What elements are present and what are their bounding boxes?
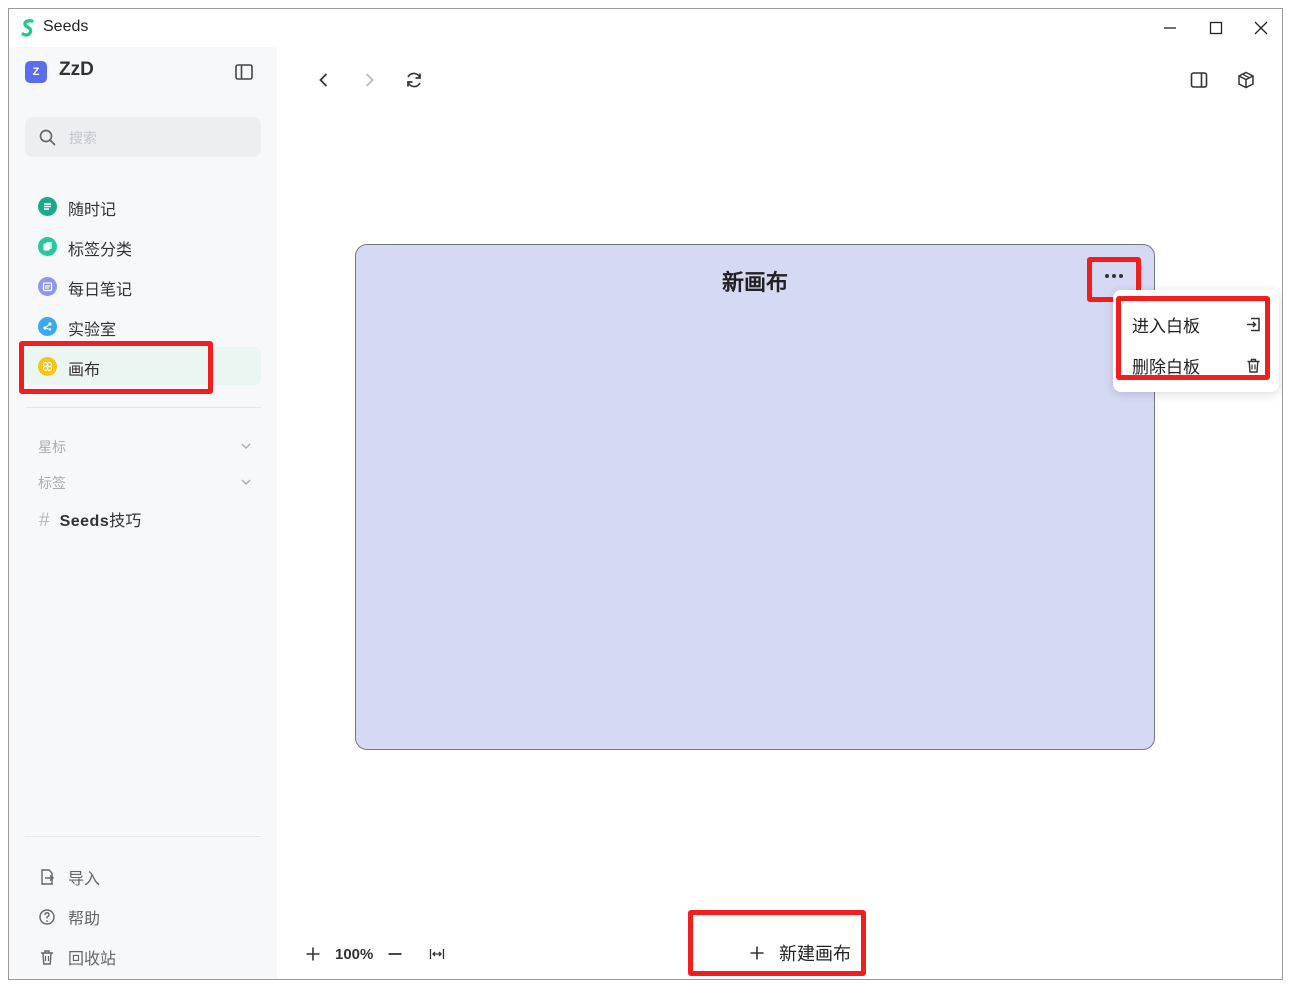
help-button[interactable]: 帮助 — [38, 905, 100, 929]
board-context-menu: 进入白板 删除白板 — [1113, 290, 1279, 392]
canvas-icon — [38, 357, 57, 376]
more-dot — [1119, 274, 1123, 278]
forward-button[interactable] — [356, 67, 382, 93]
zoom-in-icon[interactable] — [305, 946, 321, 962]
lab-icon — [38, 317, 57, 336]
tags-icon — [38, 237, 57, 256]
sidebar-item-daily-notes[interactable]: 每日笔记 — [25, 267, 261, 305]
trash-icon — [41, 950, 53, 965]
sidebar-item-lab[interactable]: 实验室 — [25, 307, 261, 345]
sidebar-divider — [25, 407, 261, 408]
section-tags[interactable]: 标签 — [38, 473, 66, 493]
main-content: 新画布 进入白板 删除白板 100% 新建画布 — [277, 47, 1282, 979]
menu-item-enter-whiteboard[interactable]: 进入白板 — [1132, 312, 1262, 336]
more-dot — [1105, 274, 1109, 278]
minimize-icon — [1164, 27, 1176, 29]
panel-right-icon — [1190, 72, 1208, 88]
search-icon — [39, 129, 56, 146]
zoom-out-icon[interactable] — [387, 946, 403, 962]
menu-item-label: 删除白板 — [1132, 357, 1200, 377]
enter-icon — [1247, 317, 1260, 331]
refresh-button[interactable] — [401, 67, 427, 93]
sidebar-item-label: 标签分类 — [68, 242, 133, 259]
cube-icon — [1238, 71, 1254, 89]
workspace-avatar[interactable]: Z — [25, 61, 47, 83]
close-icon — [1254, 21, 1268, 35]
help-icon — [39, 909, 55, 925]
zoom-level: 100% — [335, 945, 374, 963]
chevron-down-icon[interactable] — [239, 475, 253, 489]
menu-item-delete-whiteboard[interactable]: 删除白板 — [1132, 353, 1262, 377]
import-label: 导入 — [68, 871, 101, 888]
tag-name-rest: 技巧 — [109, 513, 142, 530]
chevron-left-icon — [319, 73, 328, 87]
chevron-down-icon[interactable] — [239, 439, 253, 453]
section-starred[interactable]: 星标 — [38, 437, 66, 457]
workspace-name[interactable]: ZzD — [59, 59, 94, 81]
minimize-button[interactable] — [1147, 9, 1193, 47]
hash-icon: # — [39, 510, 50, 531]
seeds-logo-icon — [21, 19, 34, 37]
sidebar-item-canvas[interactable]: 画布 — [25, 347, 261, 385]
more-button[interactable] — [1094, 263, 1134, 289]
sidebar-collapse-icon[interactable] — [233, 61, 255, 83]
window-title: Seeds — [43, 18, 89, 35]
cube-button[interactable] — [1233, 67, 1259, 93]
app-window: Seeds Z ZzD 搜索 随时记 标签分类 每日笔记 实验室 画布 星标 标… — [8, 8, 1283, 980]
right-panel-toggle-button[interactable] — [1186, 67, 1212, 93]
import-button[interactable]: 导入 — [38, 865, 100, 889]
sidebar-item-notes[interactable]: 随时记 — [25, 187, 261, 225]
sidebar: Z ZzD 搜索 随时记 标签分类 每日笔记 实验室 画布 星标 标签 # Se… — [9, 47, 277, 979]
new-canvas-button[interactable]: 新建画布 — [725, 934, 875, 972]
search-input[interactable]: 搜索 — [25, 117, 261, 157]
title-bar: Seeds — [9, 9, 1282, 47]
help-label: 帮助 — [68, 911, 101, 928]
daily-note-icon — [38, 277, 57, 296]
more-dot — [1112, 274, 1116, 278]
canvas-board-card[interactable]: 新画布 — [355, 244, 1155, 750]
menu-item-label: 进入白板 — [1132, 316, 1200, 336]
canvas-board-title: 新画布 — [721, 270, 788, 295]
zoom-controls: 100% — [305, 943, 445, 965]
maximize-icon — [1209, 21, 1223, 35]
trash-label: 回收站 — [68, 951, 117, 968]
sidebar-item-label: 实验室 — [68, 322, 117, 339]
sidebar-divider — [25, 836, 261, 837]
sidebar-item-label: 每日笔记 — [68, 282, 133, 299]
trash-button[interactable]: 回收站 — [38, 945, 116, 969]
close-button[interactable] — [1238, 9, 1282, 47]
tag-name-bold: Seeds — [59, 513, 110, 530]
refresh-icon — [407, 72, 421, 88]
maximize-button[interactable] — [1193, 9, 1239, 47]
chevron-right-icon — [365, 73, 374, 87]
trash-icon — [1247, 358, 1260, 373]
sidebar-item-label: 画布 — [68, 362, 101, 379]
new-canvas-label: 新建画布 — [779, 944, 851, 964]
sidebar-item-label: 随时记 — [68, 202, 117, 219]
search-placeholder: 搜索 — [69, 130, 97, 146]
plus-icon — [750, 946, 764, 960]
sidebar-item-tags[interactable]: 标签分类 — [25, 227, 261, 265]
tag-item-seeds-tips[interactable]: # Seeds技巧 — [39, 507, 141, 532]
fit-width-icon[interactable] — [429, 946, 445, 962]
back-button[interactable] — [311, 67, 337, 93]
import-icon — [41, 869, 55, 885]
note-icon — [38, 197, 57, 216]
